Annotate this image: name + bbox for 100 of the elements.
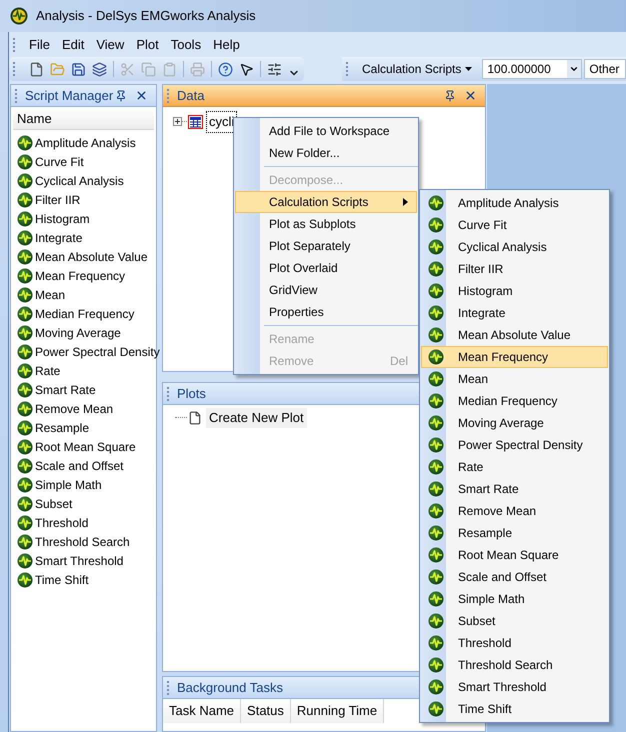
script-name[interactable]: Smart Rate: [35, 380, 96, 398]
menu-item[interactable]: GridView: [235, 279, 417, 301]
script-name[interactable]: Median Frequency: [35, 304, 134, 322]
script-icon: [428, 701, 444, 717]
menu-item[interactable]: Remove Mean: [421, 500, 608, 522]
script-icon: [17, 476, 33, 492]
script-dropdown[interactable]: Calculation Scripts: [358, 60, 476, 78]
script-name[interactable]: Cyclical Analysis: [35, 172, 124, 190]
menu-item[interactable]: Integrate: [421, 302, 608, 324]
menu-item[interactable]: New Folder...: [235, 142, 417, 164]
script-name[interactable]: Scale and Offset: [35, 456, 124, 474]
menu-item[interactable]: Edit: [56, 35, 90, 55]
script-name[interactable]: Remove Mean: [35, 400, 114, 418]
pin-icon[interactable]: [115, 90, 127, 102]
grip-handle[interactable]: [15, 88, 17, 102]
script-name[interactable]: Root Mean Square: [35, 438, 136, 456]
menu-item[interactable]: Mean: [421, 368, 608, 390]
menu-item[interactable]: Moving Average: [421, 412, 608, 434]
script-name[interactable]: Power Spectral Density: [35, 342, 160, 360]
script-name[interactable]: Simple Math: [35, 476, 102, 494]
script-icon: [17, 286, 33, 302]
menu-item[interactable]: Histogram: [421, 280, 608, 302]
help-icon[interactable]: [218, 62, 233, 76]
menu-item[interactable]: Amplitude Analysis: [421, 192, 608, 214]
script-icon: [428, 283, 444, 299]
menu-item[interactable]: Time Shift: [421, 698, 608, 720]
script-icon: [17, 306, 33, 322]
filter-settings-icon[interactable]: [267, 62, 282, 76]
menu-item[interactable]: Plot Overlaid: [235, 257, 417, 279]
menu-item[interactable]: Threshold: [421, 632, 608, 654]
menu-item[interactable]: Filter IIR: [421, 258, 608, 280]
script-name[interactable]: Mean: [35, 286, 66, 304]
menu-item[interactable]: Smart Threshold: [421, 676, 608, 698]
menu-item[interactable]: Plot Separately: [235, 235, 417, 257]
script-name[interactable]: Histogram: [35, 210, 90, 228]
value-combo[interactable]: 100.000000: [482, 59, 582, 79]
menu-item[interactable]: Simple Math: [421, 588, 608, 610]
menu-item[interactable]: Calculation Scripts: [235, 191, 417, 213]
menu-item[interactable]: Plot: [130, 35, 165, 55]
script-name[interactable]: Subset: [35, 494, 72, 512]
close-icon[interactable]: [464, 89, 477, 102]
script-name[interactable]: Curve Fit: [35, 152, 84, 170]
unit-field[interactable]: Other: [584, 59, 626, 79]
grip-handle[interactable]: [13, 38, 15, 52]
script-name[interactable]: Threshold Search: [35, 532, 130, 550]
script-name[interactable]: Amplitude Analysis: [35, 134, 136, 152]
column-header[interactable]: Running Time: [290, 699, 384, 723]
menu-item[interactable]: File: [23, 35, 56, 55]
menu-item[interactable]: Plot as Subplots: [235, 213, 417, 235]
script-icon: [17, 324, 33, 340]
menu-item[interactable]: Rate: [421, 456, 608, 478]
new-file-icon[interactable]: [29, 62, 44, 76]
script-name[interactable]: Mean Frequency: [35, 266, 126, 284]
menu-item[interactable]: Threshold Search: [421, 654, 608, 676]
script-icon: [428, 261, 444, 277]
script-name[interactable]: Rate: [35, 362, 60, 380]
grip-handle[interactable]: [167, 386, 169, 400]
menu-item[interactable]: Curve Fit: [421, 214, 608, 236]
document-icon: [188, 410, 202, 425]
close-icon[interactable]: [135, 89, 148, 102]
column-header[interactable]: Task Name: [163, 699, 242, 723]
script-name[interactable]: Time Shift: [35, 570, 89, 588]
menu-item[interactable]: Help: [207, 35, 246, 55]
menu-item[interactable]: Cyclical Analysis: [421, 236, 608, 258]
menu-item[interactable]: Scale and Offset: [421, 566, 608, 588]
tree-item[interactable]: Create New Plot: [206, 408, 307, 428]
menu-item[interactable]: Mean Frequency: [421, 346, 608, 368]
column-header[interactable]: Status: [241, 699, 291, 723]
caret-icon: [465, 67, 472, 71]
script-icon: [428, 481, 444, 497]
grip-handle[interactable]: [167, 88, 169, 102]
script-icon: [428, 459, 444, 475]
script-name[interactable]: Filter IIR: [35, 190, 80, 208]
script-name[interactable]: Threshold: [35, 514, 88, 532]
grip-handle[interactable]: [167, 680, 169, 694]
script-icon: [17, 230, 33, 246]
menu-item[interactable]: Root Mean Square: [421, 544, 608, 566]
menu-item[interactable]: Median Frequency: [421, 390, 608, 412]
menu-item[interactable]: Properties: [235, 301, 417, 323]
menu-item[interactable]: Mean Absolute Value: [421, 324, 608, 346]
script-name[interactable]: Resample: [35, 418, 90, 436]
save-icon[interactable]: [71, 62, 86, 76]
menu-item[interactable]: Resample: [421, 522, 608, 544]
menu-item[interactable]: Smart Rate: [421, 478, 608, 500]
pin-icon[interactable]: [444, 90, 456, 102]
script-name[interactable]: Moving Average: [35, 324, 121, 342]
grip-handle[interactable]: [346, 62, 348, 76]
menu-item[interactable]: Power Spectral Density: [421, 434, 608, 456]
script-icon: [428, 525, 444, 541]
script-name[interactable]: Integrate: [35, 228, 82, 246]
shortcut-text: Del: [390, 353, 408, 370]
expander-icon[interactable]: [173, 117, 182, 126]
script-name[interactable]: Smart Threshold: [35, 552, 124, 570]
menu-item[interactable]: Tools: [164, 35, 208, 55]
grip-handle[interactable]: [13, 62, 15, 76]
script-name[interactable]: Mean Absolute Value: [35, 248, 148, 266]
menu-item[interactable]: Subset: [421, 610, 608, 632]
menu-item[interactable]: Add File to Workspace: [235, 120, 417, 142]
menu-item[interactable]: View: [90, 35, 130, 55]
script-icon: [17, 362, 33, 378]
